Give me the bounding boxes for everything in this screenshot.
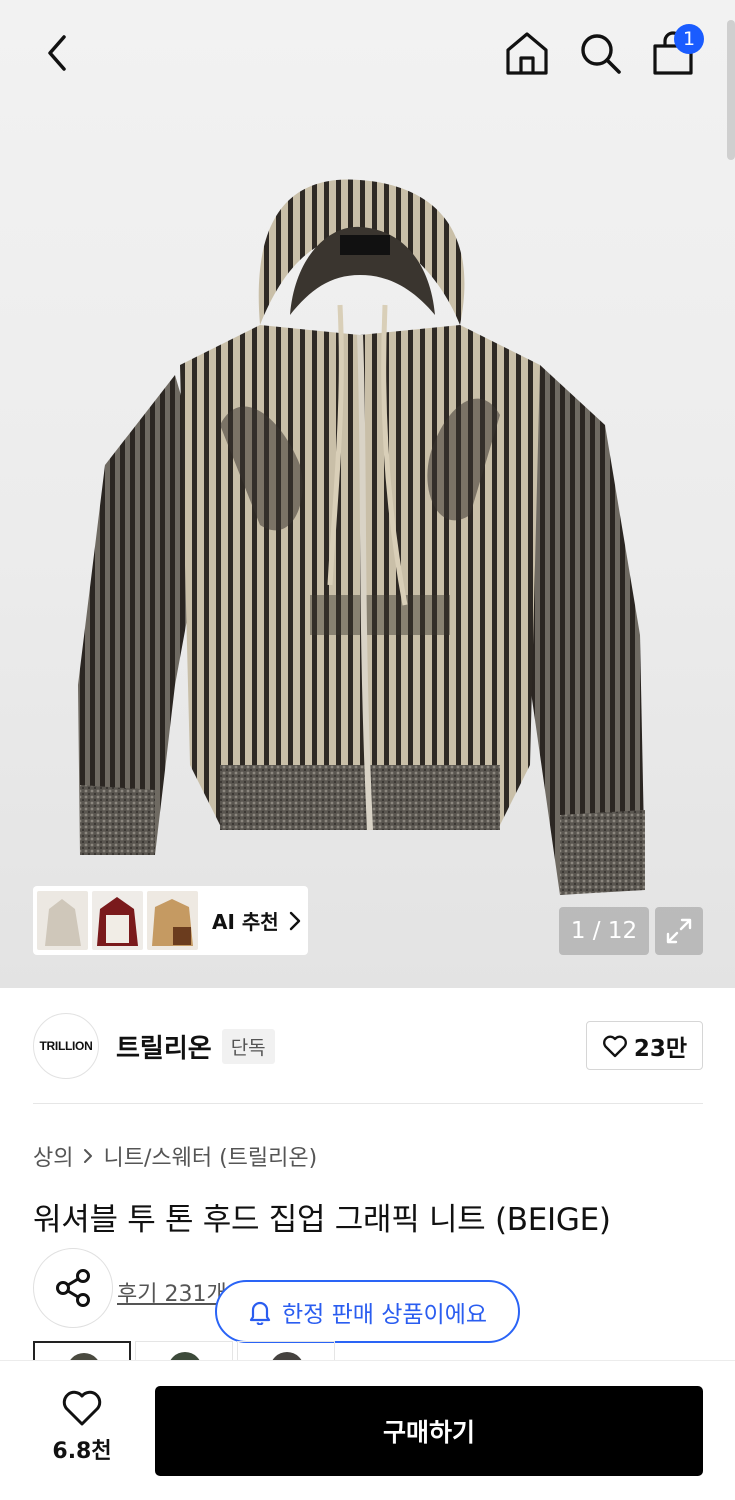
ai-thumbnail-3[interactable] bbox=[147, 891, 198, 950]
brand-logo[interactable]: TRILLION bbox=[33, 1013, 99, 1079]
color-option[interactable] bbox=[33, 1341, 131, 1361]
product-image-gallery[interactable]: 1 AI 추천 1 / 12 bbox=[0, 0, 735, 988]
color-option[interactable] bbox=[135, 1341, 233, 1361]
color-options bbox=[33, 1341, 339, 1361]
brand-name[interactable]: 트릴리온 bbox=[116, 1028, 212, 1065]
chevron-left-icon bbox=[48, 35, 66, 71]
product-title: 워셔블 투 톤 후드 집업 그래픽 니트 (BEIGE) bbox=[33, 1202, 611, 1238]
brand-row: TRILLION 트릴리온 단독 23만 bbox=[33, 1012, 703, 1080]
search-icon bbox=[581, 34, 621, 74]
exclusive-badge: 단독 bbox=[221, 1028, 275, 1064]
scrollbar[interactable] bbox=[727, 20, 735, 160]
image-counter: 1 / 12 bbox=[559, 907, 649, 955]
cart-button[interactable]: 1 bbox=[648, 24, 704, 78]
ai-thumbnail-1[interactable] bbox=[37, 891, 88, 950]
divider bbox=[33, 1103, 703, 1104]
expand-button[interactable] bbox=[655, 907, 703, 955]
product-photo bbox=[78, 179, 645, 895]
heart-icon bbox=[62, 1390, 102, 1426]
breadcrumb-item-top[interactable]: 상의 bbox=[33, 1140, 73, 1172]
wishlist-button[interactable]: 6.8천 bbox=[38, 1389, 126, 1479]
home-button[interactable] bbox=[502, 28, 552, 78]
toast-text: 한정 판매 상품이에요 bbox=[281, 1301, 488, 1328]
review-link[interactable]: 후기 231개 bbox=[117, 1276, 227, 1308]
breadcrumb: 상의 니트/스웨터 (트릴리온) bbox=[33, 1140, 317, 1172]
ai-recommend-label: AI 추천 bbox=[212, 910, 279, 934]
breadcrumb-item-knit[interactable]: 니트/스웨터 (트릴리온) bbox=[103, 1140, 317, 1172]
bell-icon bbox=[249, 1301, 271, 1325]
limited-sale-toast: 한정 판매 상품이에요 bbox=[215, 1280, 520, 1343]
heart-icon bbox=[602, 1035, 627, 1057]
chevron-right-icon bbox=[83, 1148, 93, 1164]
share-icon bbox=[56, 1269, 90, 1307]
buy-button[interactable]: 구매하기 bbox=[155, 1386, 703, 1476]
expand-icon bbox=[666, 918, 692, 944]
bottom-action-bar: 6.8천 구매하기 bbox=[0, 1360, 735, 1500]
cart-count-badge: 1 bbox=[674, 24, 704, 54]
back-button[interactable] bbox=[32, 28, 82, 78]
share-button[interactable] bbox=[33, 1248, 113, 1328]
brand-like-button[interactable]: 23만 bbox=[586, 1021, 703, 1070]
chevron-right-icon bbox=[289, 911, 300, 930]
brand-logo-text: TRILLION bbox=[39, 1039, 93, 1053]
wishlist-count: 6.8천 bbox=[52, 1439, 112, 1464]
home-icon bbox=[506, 32, 548, 75]
search-button[interactable] bbox=[575, 28, 625, 78]
ai-thumbnail-2[interactable] bbox=[92, 891, 143, 950]
brand-like-count: 23만 bbox=[633, 1035, 688, 1062]
color-option[interactable] bbox=[237, 1341, 335, 1361]
ai-recommend-card[interactable]: AI 추천 bbox=[33, 886, 308, 955]
